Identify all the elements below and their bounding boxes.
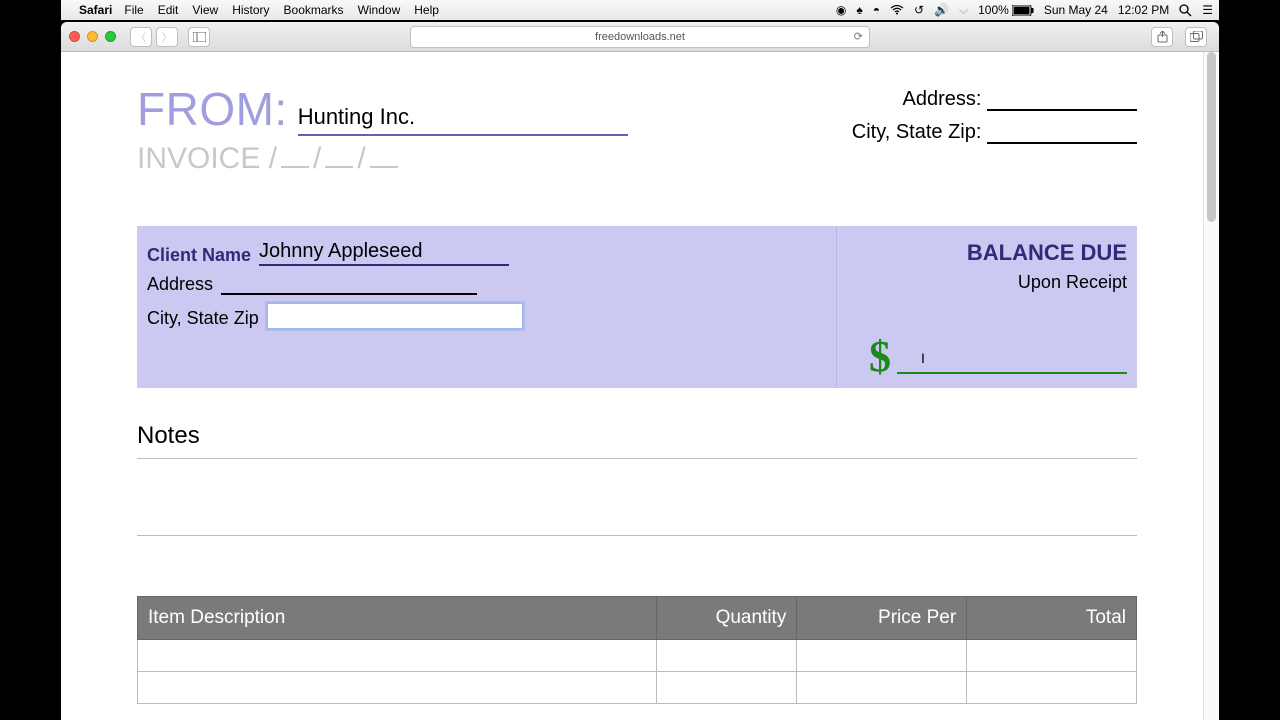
safari-window: 〈 〉 freedownloads.net ⟳ + FROM: xyxy=(61,22,1219,720)
battery-status[interactable]: 100% xyxy=(978,3,1034,17)
reload-icon[interactable]: ⟳ xyxy=(854,30,863,43)
invoice-day-input[interactable] xyxy=(325,166,353,168)
menu-history[interactable]: History xyxy=(232,3,269,17)
menu-help[interactable]: Help xyxy=(414,3,439,17)
col-total: Total xyxy=(967,597,1137,640)
minimize-button[interactable] xyxy=(87,31,98,42)
notifications-icon[interactable]: ♠ xyxy=(856,3,862,17)
text-cursor: I xyxy=(921,350,922,368)
back-button[interactable]: 〈 xyxy=(130,27,152,47)
invoice-date-label: INVOICE /// xyxy=(137,142,628,176)
url-text: freedownloads.net xyxy=(595,31,685,43)
invoice-year-input[interactable] xyxy=(370,166,398,168)
address-bar[interactable]: freedownloads.net ⟳ xyxy=(410,26,870,48)
client-csz-label: City, State Zip xyxy=(147,308,259,329)
table-header-row: Item Description Quantity Price Per Tota… xyxy=(138,597,1137,640)
volume-icon[interactable]: 🔊 xyxy=(934,3,949,17)
dropbox-icon[interactable]: ◓ xyxy=(873,3,880,17)
menu-edit[interactable]: Edit xyxy=(158,3,179,17)
vertical-scrollbar[interactable] xyxy=(1203,52,1219,720)
sender-csz-input[interactable] xyxy=(987,142,1137,144)
table-row[interactable] xyxy=(138,640,1137,672)
menu-bookmarks[interactable]: Bookmarks xyxy=(284,3,344,17)
timemachine-icon[interactable]: ↺ xyxy=(914,3,924,17)
balance-terms: Upon Receipt xyxy=(837,272,1127,293)
from-label: FROM: xyxy=(137,82,288,136)
browser-toolbar: 〈 〉 freedownloads.net ⟳ xyxy=(61,22,1219,52)
tabs-button[interactable] xyxy=(1185,27,1207,47)
zoom-button[interactable] xyxy=(105,31,116,42)
col-item: Item Description xyxy=(138,597,657,640)
menu-view[interactable]: View xyxy=(192,3,218,17)
client-balance-panel: Client Name Johnny Appleseed Address Cit… xyxy=(137,226,1137,388)
sender-address-input[interactable] xyxy=(987,109,1137,111)
scroll-thumb[interactable] xyxy=(1207,52,1216,222)
page-content: FROM: Hunting Inc. INVOICE /// Address: … xyxy=(61,52,1203,720)
menu-extras-icon[interactable]: ☰ xyxy=(1202,3,1213,17)
client-name-input[interactable]: Johnny Appleseed xyxy=(259,240,509,266)
divider xyxy=(137,535,1137,536)
col-quantity: Quantity xyxy=(657,597,797,640)
forward-button[interactable]: 〉 xyxy=(156,27,178,47)
sidebar-toggle-button[interactable] xyxy=(188,27,210,47)
menubar-date[interactable]: Sun May 24 xyxy=(1044,3,1108,17)
client-csz-input[interactable] xyxy=(267,303,523,329)
sender-address-label: Address: xyxy=(903,88,982,110)
balance-amount-input[interactable]: I xyxy=(897,352,1127,374)
client-name-label: Client Name xyxy=(147,245,251,266)
col-price: Price Per xyxy=(797,597,967,640)
sender-csz-label: City, State Zip: xyxy=(852,121,982,143)
table-row[interactable] xyxy=(138,672,1137,704)
share-button[interactable] xyxy=(1151,27,1173,47)
balance-due-label: BALANCE DUE xyxy=(837,240,1127,266)
notes-label: Notes xyxy=(137,422,1137,450)
menu-window[interactable]: Window xyxy=(358,3,401,17)
invoice-month-input[interactable] xyxy=(281,166,309,168)
menu-file[interactable]: File xyxy=(124,3,143,17)
currency-symbol: $ xyxy=(869,339,891,374)
client-address-input[interactable] xyxy=(221,278,477,295)
macos-menubar: Safari File Edit View History Bookmarks … xyxy=(61,0,1219,20)
menubar-time[interactable]: 12:02 PM xyxy=(1118,3,1169,17)
window-controls xyxy=(69,31,116,42)
spotlight-icon[interactable] xyxy=(1179,4,1192,17)
from-input[interactable]: Hunting Inc. xyxy=(298,104,628,136)
client-address-label: Address xyxy=(147,274,213,295)
app-name[interactable]: Safari xyxy=(79,3,112,17)
screen-record-icon[interactable]: ◉ xyxy=(836,3,846,17)
bluetooth-icon[interactable]: ⌵ xyxy=(959,3,968,18)
line-items-table: Item Description Quantity Price Per Tota… xyxy=(137,596,1137,704)
close-button[interactable] xyxy=(69,31,80,42)
wifi-icon[interactable] xyxy=(890,5,904,15)
divider xyxy=(137,458,1137,459)
